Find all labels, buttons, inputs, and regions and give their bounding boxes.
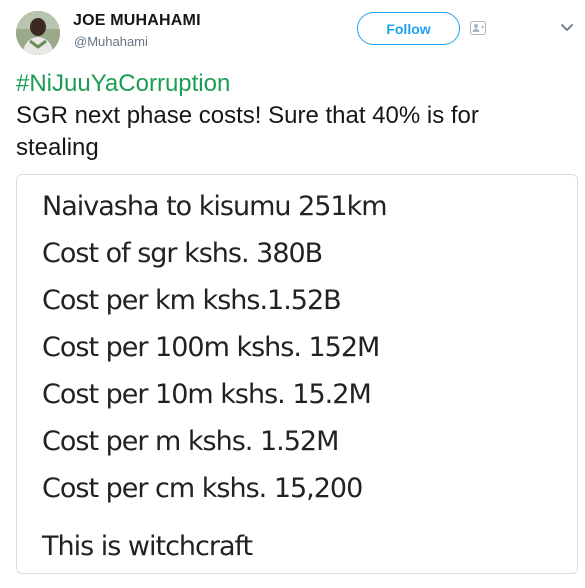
media-line-route: Naivasha to kisumu 251km xyxy=(42,191,388,222)
tweet-card: JOE MUHAHAMI @Muhahami Follow #NiJuuYaCo… xyxy=(0,0,585,588)
media-line-total-cost: Cost of sgr kshs. 380B xyxy=(42,238,323,269)
media-line-cost-per-km: Cost per km kshs.1.52B xyxy=(42,285,342,316)
media-line-cost-per-10m: Cost per 10m kshs. 15.2M xyxy=(42,379,372,410)
tweet-text: #NiJuuYaCorruption SGR next phase costs!… xyxy=(16,68,566,164)
tweet-body: SGR next phase costs! Sure that 40% is f… xyxy=(16,102,479,161)
media-line-cost-per-m: Cost per m kshs. 1.52M xyxy=(42,426,339,457)
chevron-down-icon[interactable] xyxy=(560,23,574,33)
person-add-icon xyxy=(470,21,486,35)
media-line-conclusion: This is witchcraft xyxy=(42,531,253,562)
author-handle[interactable]: @Muhahami xyxy=(74,34,148,49)
hashtag-link[interactable]: #NiJuuYaCorruption xyxy=(16,68,566,100)
follow-button[interactable]: Follow xyxy=(357,12,460,45)
media-line-cost-per-cm: Cost per cm kshs. 15,200 xyxy=(42,473,363,504)
author-name[interactable]: JOE MUHAHAMI xyxy=(73,12,201,30)
media-line-cost-per-100m: Cost per 100m kshs. 152M xyxy=(42,332,380,363)
avatar[interactable] xyxy=(16,11,60,55)
media-image[interactable]: Naivasha to kisumu 251km Cost of sgr ksh… xyxy=(16,174,578,574)
